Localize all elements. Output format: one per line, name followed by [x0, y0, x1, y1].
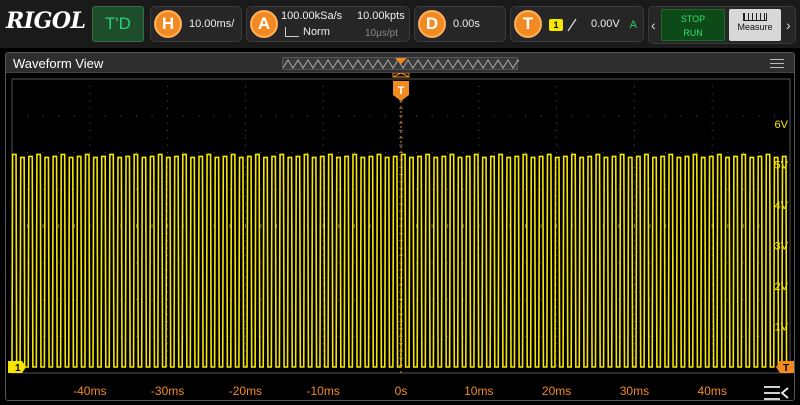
- overview-waveform: [283, 58, 519, 69]
- y-axis-label: 1V: [775, 322, 789, 334]
- trigger-level: 0.00V: [591, 18, 620, 30]
- measure-label: Measure: [737, 22, 773, 32]
- x-axis-label: 40ms: [698, 384, 727, 398]
- rising-edge-icon: [567, 18, 577, 32]
- brand-logo: RIGOL: [6, 8, 86, 34]
- sample-rate: 100.00kSa/s: [281, 10, 343, 22]
- time-resolution: 10μs/pt: [365, 28, 399, 39]
- waveform-window[interactable]: Waveform View 6V 5V 4V 3V 2V 1V -40ms -30ms -20m…: [5, 52, 795, 401]
- x-axis-label: -20ms: [229, 384, 262, 398]
- run-stop-button[interactable]: STOP RUN: [661, 9, 725, 41]
- trigger-level-marker-label: T: [783, 363, 789, 374]
- x-axis-label: 10ms: [464, 384, 493, 398]
- run-stop-label-2: RUN: [683, 28, 703, 38]
- y-axis-label: 6V: [775, 119, 789, 131]
- channel1-marker-label: 1: [15, 363, 21, 374]
- delay-value: 0.00s: [453, 18, 480, 30]
- acquire-panel[interactable]: A 100.00kSa/s 10.00kpts Norm 10μs/pt: [246, 6, 410, 42]
- waveform-plot[interactable]: 6V 5V 4V 3V 2V 1V -40ms -30ms -20ms -10ms 0s 10ms 20…: [6, 73, 796, 401]
- measure-button[interactable]: Measure: [729, 9, 781, 41]
- chevron-right-icon[interactable]: ›: [786, 17, 791, 33]
- trigger-panel[interactable]: T 1 0.00V A: [510, 6, 644, 42]
- y-axis-label: 4V: [775, 200, 789, 212]
- y-axis-label: 3V: [775, 241, 789, 253]
- collapse-menu-icon: [764, 386, 789, 400]
- delay-panel[interactable]: D 0.00s: [414, 6, 506, 42]
- horizontal-panel[interactable]: H 10.00ms/: [150, 6, 242, 42]
- x-axis-label: 20ms: [542, 384, 571, 398]
- trigger-arrow-outline: [392, 73, 410, 78]
- y-axis-label: 5V: [775, 160, 789, 172]
- waveform-title: Waveform View: [13, 56, 104, 71]
- display-mode-button[interactable]: T'D: [92, 6, 144, 42]
- delay-icon: D: [418, 10, 446, 38]
- trigger-icon: T: [514, 10, 542, 38]
- acq-waveform-icon: [285, 27, 299, 37]
- x-axis-label: 30ms: [620, 384, 649, 398]
- memory-depth: 10.00kpts: [357, 10, 405, 22]
- x-axis-label: -30ms: [151, 384, 184, 398]
- y-axis-label: 2V: [775, 281, 789, 293]
- chevron-left-icon[interactable]: ‹: [651, 17, 656, 33]
- control-group: ‹ STOP RUN Measure ›: [648, 6, 796, 44]
- acquire-mode: Norm: [303, 26, 330, 38]
- timebase-value: 10.00ms/: [189, 18, 235, 30]
- ruler-icon: [743, 13, 767, 21]
- menu-icon[interactable]: [770, 59, 784, 68]
- trigger-position-label: T: [398, 85, 405, 97]
- horizontal-icon: H: [154, 10, 182, 38]
- x-axis-label: -40ms: [73, 384, 106, 398]
- memory-overview-bar[interactable]: [282, 57, 519, 70]
- x-axis-label: -10ms: [307, 384, 340, 398]
- top-toolbar: RIGOL T'D H 10.00ms/ A 100.00kSa/s 10.00…: [0, 0, 800, 48]
- waveform-titlebar: Waveform View: [6, 53, 794, 73]
- trigger-source-badge: 1: [549, 19, 563, 31]
- trigger-status: A: [629, 19, 637, 31]
- run-stop-label-1: STOP: [680, 14, 706, 24]
- x-axis-label: 0s: [395, 384, 408, 398]
- acquire-icon: A: [250, 10, 278, 38]
